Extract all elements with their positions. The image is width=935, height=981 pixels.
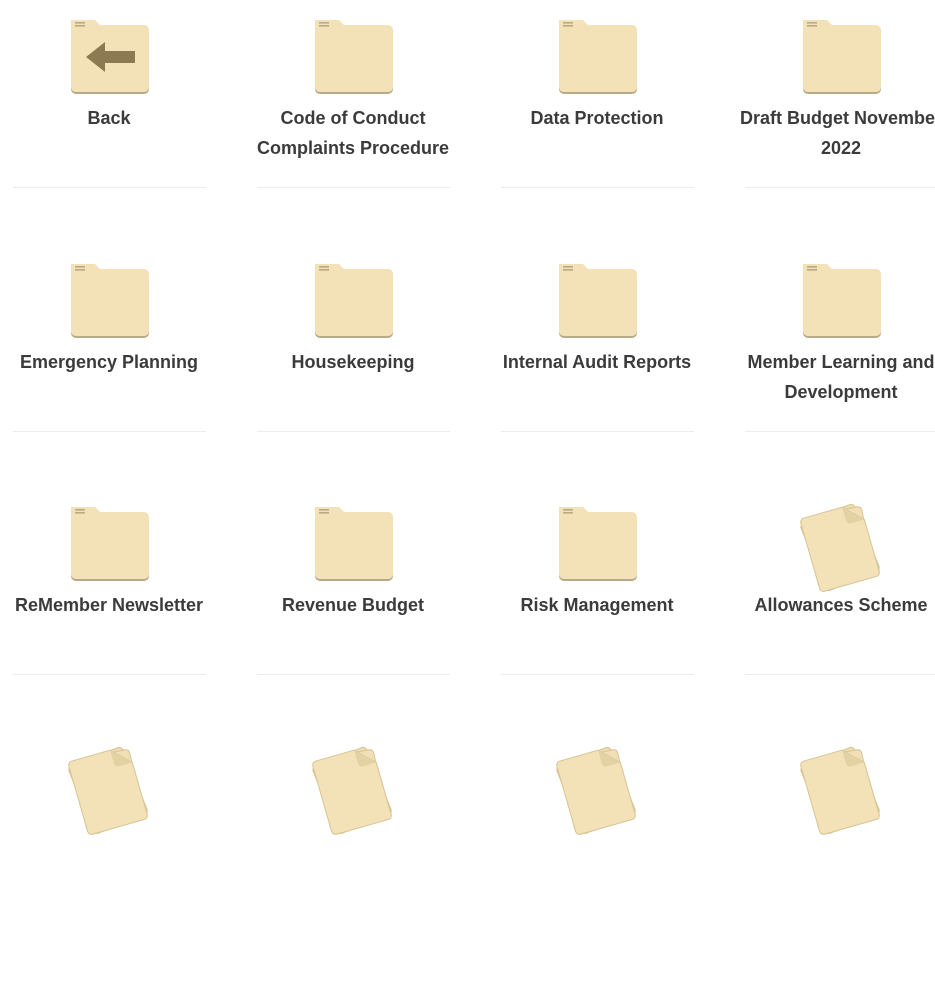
item-label: Revenue Budget xyxy=(281,595,425,615)
folder-icon xyxy=(313,16,395,94)
row-divider xyxy=(13,674,206,675)
folder-icon xyxy=(557,503,639,581)
folder-item-member-learning-and-development[interactable]: Member Learning and Development xyxy=(725,252,935,495)
document-item[interactable] xyxy=(237,738,469,981)
folder-item-data-protection[interactable]: Data Protection xyxy=(481,8,713,251)
back-folder-icon xyxy=(69,16,151,94)
folder-icon xyxy=(557,16,639,94)
item-label: Emergency Planning xyxy=(19,352,199,372)
folder-icon xyxy=(801,16,883,94)
folder-icon xyxy=(801,260,883,338)
item-label: ReMember Newsletter xyxy=(14,595,204,615)
folder-item-back[interactable]: Back xyxy=(0,8,225,251)
document-item[interactable] xyxy=(481,738,713,981)
folder-item-risk-management[interactable]: Risk Management xyxy=(481,495,713,738)
row-divider xyxy=(745,674,935,675)
document-item[interactable] xyxy=(0,738,225,981)
item-label: Data Protection xyxy=(530,108,664,128)
item-label: Housekeeping xyxy=(291,352,415,372)
row-divider xyxy=(745,431,935,432)
item-label: Risk Management xyxy=(520,595,674,615)
row-divider xyxy=(257,187,450,188)
folder-item-allowances-scheme[interactable]: Allowances Scheme xyxy=(725,495,935,738)
document-stack-icon xyxy=(800,503,883,592)
row-divider xyxy=(13,187,206,188)
folder-item-draft-budget-november-2022[interactable]: Draft Budget November 2022 xyxy=(725,8,935,251)
folder-icon xyxy=(313,260,395,338)
row-divider xyxy=(257,431,450,432)
row-divider xyxy=(13,431,206,432)
item-label: Back xyxy=(87,108,131,128)
row-divider xyxy=(501,431,694,432)
folder-icon xyxy=(313,503,395,581)
folder-item-code-of-conduct-complaints-procedure[interactable]: Code of Conduct Complaints Procedure xyxy=(237,8,469,251)
document-item[interactable] xyxy=(725,738,935,981)
item-label: Allowances Scheme xyxy=(754,595,928,615)
document-grid: Back Code of Conduct Complaints Procedur… xyxy=(0,0,935,835)
folder-icon xyxy=(69,260,151,338)
folder-item-revenue-budget[interactable]: Revenue Budget xyxy=(237,495,469,738)
folder-item-housekeeping[interactable]: Housekeeping xyxy=(237,252,469,495)
row-divider xyxy=(501,187,694,188)
item-label: Member Learning and Development xyxy=(747,352,935,402)
item-label: Code of Conduct Complaints Procedure xyxy=(256,108,450,158)
row-divider xyxy=(257,674,450,675)
item-label: Internal Audit Reports xyxy=(502,352,692,372)
row-divider xyxy=(745,187,935,188)
item-label: Draft Budget November 2022 xyxy=(739,108,935,158)
folder-item-emergency-planning[interactable]: Emergency Planning xyxy=(0,252,225,495)
folder-item-remember-newsletter[interactable]: ReMember Newsletter xyxy=(0,495,225,738)
row-divider xyxy=(501,674,694,675)
folder-icon xyxy=(69,503,151,581)
folder-item-internal-audit-reports[interactable]: Internal Audit Reports xyxy=(481,252,713,495)
folder-icon xyxy=(557,260,639,338)
